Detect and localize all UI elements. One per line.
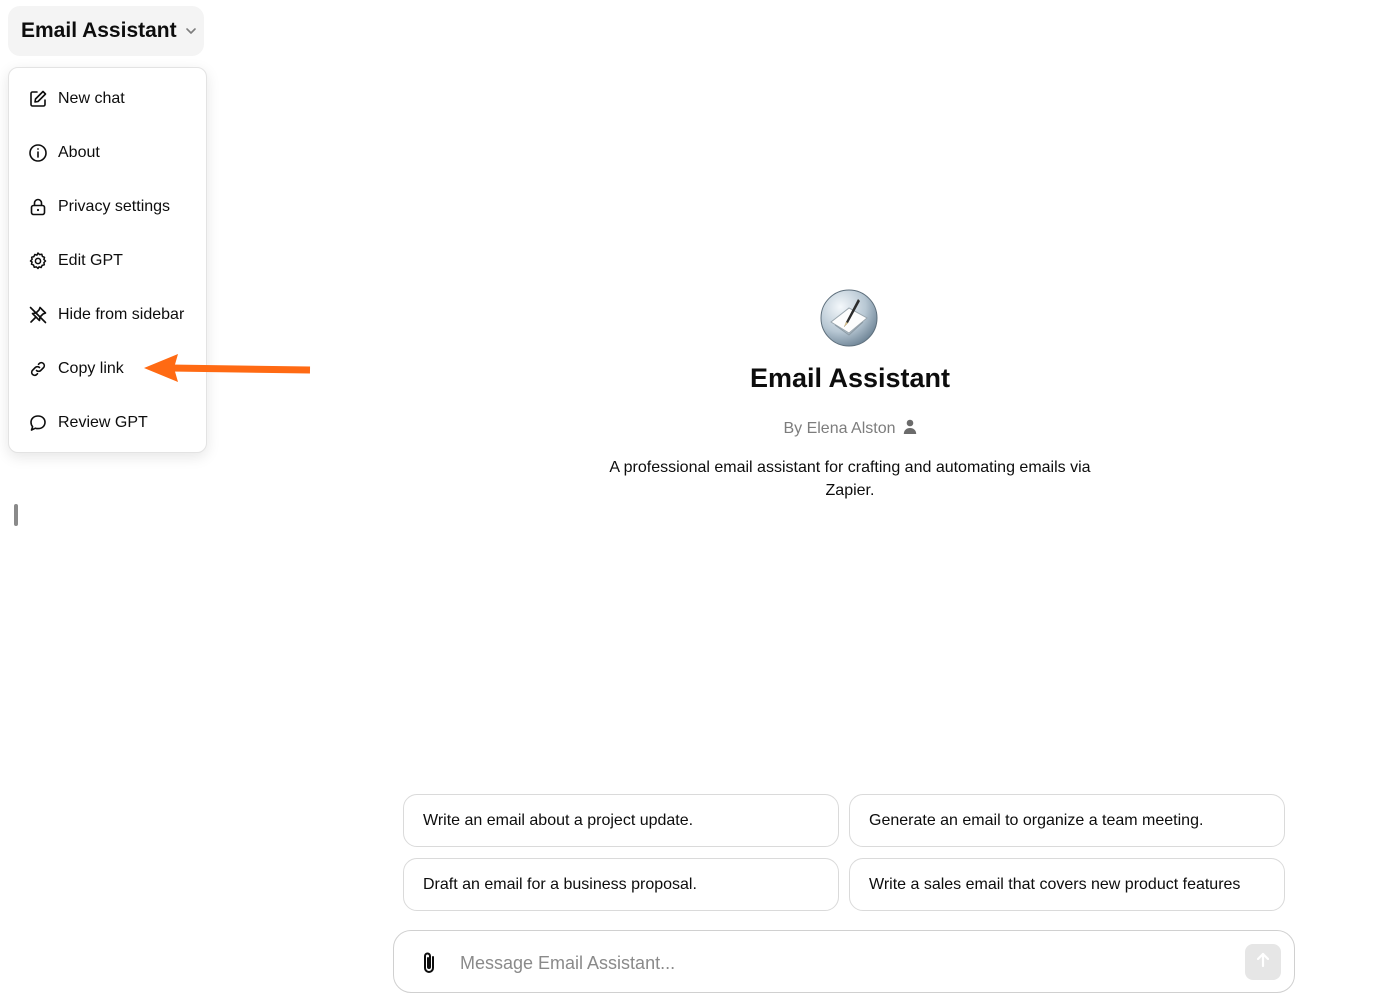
menu-item-hide-from-sidebar[interactable]: Hide from sidebar [9, 292, 206, 338]
paperclip-icon[interactable] [417, 950, 441, 976]
unpin-icon [28, 305, 48, 325]
chevron-down-icon [185, 25, 197, 37]
suggestion-card[interactable]: Write a sales email that covers new prod… [849, 858, 1285, 911]
sidebar-resize-handle[interactable] [14, 504, 18, 526]
arrow-up-icon [1254, 951, 1272, 974]
send-button[interactable] [1245, 944, 1281, 980]
author-name: By Elena Alston [783, 420, 896, 437]
gpt-switcher-title: Email Assistant [21, 19, 177, 42]
menu-item-label: Copy link [58, 360, 124, 377]
gpt-switcher-button[interactable]: Email Assistant [8, 6, 204, 56]
menu-item-review-gpt[interactable]: Review GPT [9, 400, 206, 446]
suggestion-card[interactable]: Generate an email to organize a team mee… [849, 794, 1285, 847]
menu-item-label: About [58, 144, 100, 161]
lock-icon [28, 197, 48, 217]
message-input[interactable] [458, 945, 1222, 981]
suggestion-card[interactable]: Write an email about a project update. [403, 794, 839, 847]
menu-item-label: Edit GPT [58, 252, 123, 269]
chat-bubble-icon [28, 413, 48, 433]
suggestion-card[interactable]: Draft an email for a business proposal. [403, 858, 839, 911]
gpt-avatar [820, 289, 878, 347]
annotation-arrow [144, 354, 311, 382]
menu-item-label: New chat [58, 90, 125, 107]
gpt-description: A professional email assistant for craft… [609, 459, 1091, 499]
message-composer [393, 930, 1295, 993]
gpt-author-byline: By Elena Alston [600, 419, 1100, 439]
link-icon [28, 359, 48, 379]
menu-item-edit-gpt[interactable]: Edit GPT [9, 238, 206, 284]
menu-item-about[interactable]: About [9, 130, 206, 176]
menu-item-privacy-settings[interactable]: Privacy settings [9, 184, 206, 230]
gpt-name-heading: Email Assistant [749, 363, 951, 393]
info-icon [28, 143, 48, 163]
gpt-options-menu: New chat About Privacy settings Edit GPT [8, 67, 207, 453]
person-icon [903, 419, 917, 439]
edit-icon [28, 89, 48, 109]
gear-icon [28, 251, 48, 271]
menu-item-new-chat[interactable]: New chat [9, 76, 206, 122]
menu-item-label: Privacy settings [58, 198, 171, 215]
menu-item-label: Review GPT [58, 414, 148, 431]
menu-item-label: Hide from sidebar [58, 306, 185, 323]
